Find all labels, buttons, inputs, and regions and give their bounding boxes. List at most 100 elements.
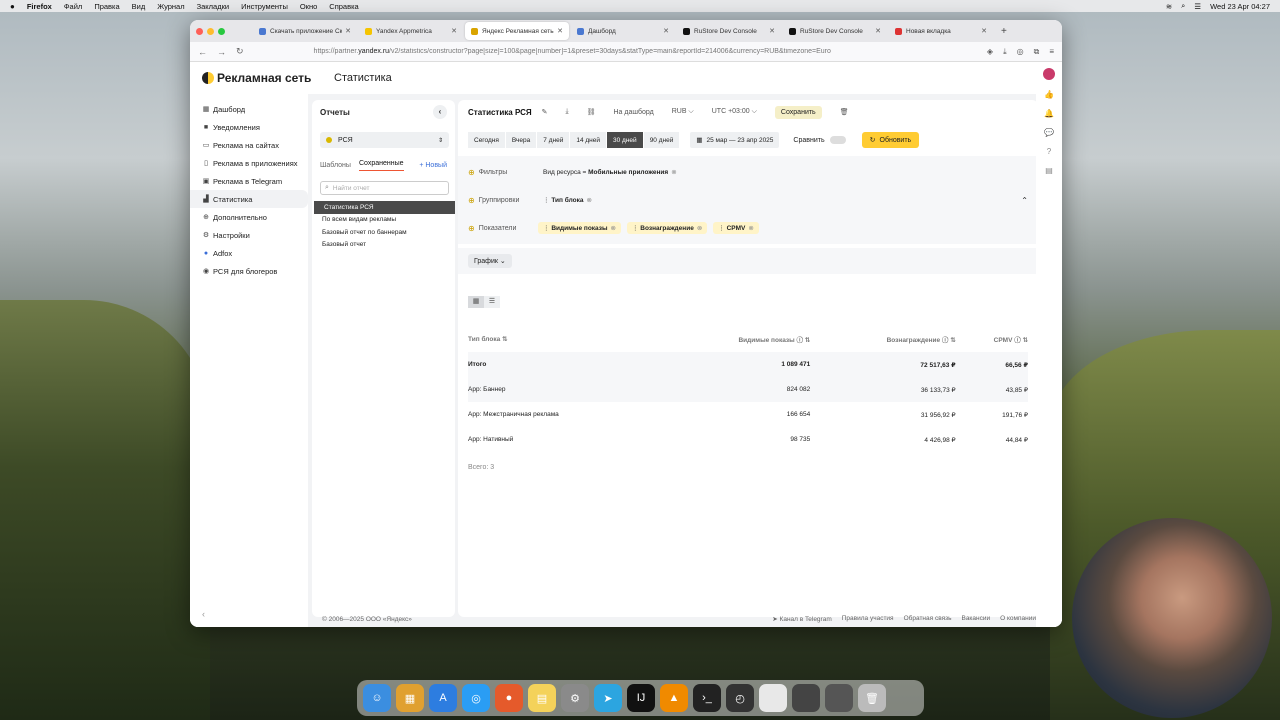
pocket-icon[interactable]: ◈ bbox=[987, 47, 993, 57]
tab-saved[interactable]: Сохраненные bbox=[358, 160, 404, 171]
menu-history[interactable]: Журнал bbox=[157, 2, 184, 11]
period-90-days[interactable]: 90 дней bbox=[643, 132, 681, 148]
table-row[interactable]: App: Баннер 824 082 36 133,73 ₽ 43,85 ₽ bbox=[468, 377, 1028, 402]
timezone-select[interactable]: UTC +03:00 ⌵ bbox=[712, 108, 757, 116]
browser-tab-active[interactable]: Яндекс Рекламная сеть ✕ bbox=[465, 22, 569, 40]
remove-chip-icon[interactable]: ⊗ bbox=[748, 225, 753, 232]
window-thumbnail-icon[interactable] bbox=[792, 684, 820, 712]
table-row[interactable]: App: Межстраничная реклама 166 654 31 95… bbox=[468, 402, 1028, 427]
menu-app[interactable]: Firefox bbox=[27, 2, 52, 11]
close-window-button[interactable] bbox=[196, 27, 203, 35]
col-block-type[interactable]: Тип блока ⇅ bbox=[468, 326, 659, 352]
menu-tools[interactable]: Инструменты bbox=[241, 2, 288, 11]
add-filter-icon[interactable]: ⊕ bbox=[468, 168, 475, 177]
browser-tab[interactable]: Дашборд ✕ bbox=[571, 22, 675, 40]
sidebar-item-bloggers[interactable]: ◉ РСЯ для блогеров bbox=[190, 262, 308, 280]
period-7-days[interactable]: 7 дней bbox=[537, 132, 571, 148]
trash-icon[interactable]: 🗑 bbox=[858, 684, 886, 712]
app-store-icon[interactable]: A bbox=[429, 684, 457, 712]
menu-edit[interactable]: Правка bbox=[94, 2, 119, 11]
close-tab-icon[interactable]: ✕ bbox=[557, 27, 563, 35]
collapse-reports-button[interactable]: ‹ bbox=[433, 105, 447, 119]
report-item-active[interactable]: Статистика РСЯ bbox=[314, 201, 455, 214]
remove-chip-icon[interactable]: ⊗ bbox=[671, 169, 676, 176]
report-item[interactable]: По всем видам рекламы bbox=[312, 214, 455, 227]
sidebar-item-statistics[interactable]: ▟ Статистика bbox=[190, 190, 308, 208]
bell-icon[interactable]: 🔔 bbox=[1044, 109, 1054, 118]
collapse-sidebar-icon[interactable]: ‹ bbox=[202, 609, 205, 619]
close-tab-icon[interactable]: ✕ bbox=[451, 27, 457, 35]
telegram-icon[interactable]: ➤ bbox=[594, 684, 622, 712]
menu-window[interactable]: Окно bbox=[300, 2, 317, 11]
sidebar-item-sites[interactable]: ▭ Реклама на сайтах bbox=[190, 136, 308, 154]
menu-file[interactable]: Файл bbox=[64, 2, 82, 11]
add-group-icon[interactable]: ⊕ bbox=[468, 196, 475, 205]
footer-link-feedback[interactable]: Обратная связь bbox=[904, 615, 952, 623]
forward-icon[interactable]: → bbox=[217, 47, 226, 57]
col-visible-impressions[interactable]: Видимые показы ⓘ ⇅ bbox=[659, 326, 810, 352]
period-today[interactable]: Сегодня bbox=[468, 132, 506, 148]
sidebar-item-notifications[interactable]: ■ Уведомления bbox=[190, 118, 308, 136]
footer-link-vacancies[interactable]: Вакансии bbox=[961, 615, 990, 623]
footer-link-rules[interactable]: Правила участия bbox=[842, 615, 894, 623]
download-report-icon[interactable]: ⤓ bbox=[565, 108, 568, 116]
save-button[interactable]: Сохранить bbox=[774, 105, 822, 119]
menu-icon[interactable]: ≡ bbox=[1049, 47, 1054, 57]
system-settings-icon[interactable]: ⚙ bbox=[561, 684, 589, 712]
menu-help[interactable]: Справка bbox=[329, 2, 358, 11]
compare-toggle[interactable]: Сравнить bbox=[793, 136, 846, 144]
extensions-icon[interactable]: ⧉ bbox=[1034, 47, 1040, 57]
refresh-button[interactable]: ↻ Обновить bbox=[861, 132, 920, 148]
launchpad-icon[interactable]: ▦ bbox=[396, 684, 424, 712]
period-14-days[interactable]: 14 дней bbox=[570, 132, 608, 148]
document-thumbnail-icon[interactable] bbox=[759, 684, 787, 712]
control-center-icon[interactable]: ☰ bbox=[1194, 2, 1201, 11]
browser-tab[interactable]: Yandex Appmetrica ✕ bbox=[359, 22, 463, 40]
sidebar-item-settings[interactable]: ⚙ Настройки bbox=[190, 226, 308, 244]
activity-monitor-icon[interactable]: ◴ bbox=[726, 684, 754, 712]
reload-icon[interactable]: ↻ bbox=[236, 46, 244, 57]
intellij-icon[interactable]: IJ bbox=[627, 684, 655, 712]
finder-icon[interactable]: ☺ bbox=[363, 684, 391, 712]
close-tab-icon[interactable]: ✕ bbox=[981, 27, 987, 35]
footer-link-telegram[interactable]: ➤ Канал в Telegram bbox=[772, 615, 831, 623]
browser-tab[interactable]: Скачать приложение Ск ✕ bbox=[253, 22, 357, 40]
remove-chip-icon[interactable]: ⊗ bbox=[587, 197, 592, 204]
sidebar-item-additional[interactable]: ⊕ Дополнительно bbox=[190, 208, 308, 226]
group-chip[interactable]: ⋮ Тип блока ⊗ bbox=[538, 194, 597, 206]
close-tab-icon[interactable]: ✕ bbox=[663, 27, 669, 35]
metric-chip[interactable]: ⋮ Видимые показы ⊗ bbox=[538, 222, 621, 234]
apple-icon[interactable]: ● bbox=[10, 2, 15, 11]
to-dashboard-button[interactable]: На дашборд bbox=[613, 109, 653, 116]
menu-view[interactable]: Вид bbox=[132, 2, 146, 11]
edit-icon[interactable]: ✎ bbox=[542, 108, 548, 116]
footer-link-about[interactable]: О компании bbox=[1000, 615, 1036, 623]
toggle-switch[interactable] bbox=[829, 136, 846, 144]
logo[interactable]: Рекламная сеть bbox=[202, 71, 322, 85]
search-icon[interactable]: ⌕ bbox=[1181, 1, 1185, 11]
table-view-icon[interactable]: ▦ bbox=[468, 296, 484, 308]
report-search-input[interactable]: ⌕ Найти отчет bbox=[320, 181, 449, 195]
filter-chip[interactable]: Вид ресурса = Мобильные приложения ⊗ bbox=[538, 166, 682, 178]
currency-select[interactable]: RUB ⌵ bbox=[672, 108, 694, 116]
tab-templates[interactable]: Шаблоны bbox=[320, 162, 351, 169]
drag-handle-icon[interactable]: ⋮ bbox=[718, 225, 726, 232]
menubar-datetime[interactable]: Wed 23 Apr 04:27 bbox=[1210, 2, 1270, 11]
new-tab-icon[interactable]: + bbox=[1001, 26, 1007, 37]
remove-chip-icon[interactable]: ⊗ bbox=[697, 225, 702, 232]
terminal-icon[interactable]: ›_ bbox=[693, 684, 721, 712]
minimize-window-button[interactable] bbox=[207, 27, 214, 35]
menu-bookmarks[interactable]: Закладки bbox=[197, 2, 229, 11]
trash-icon[interactable]: 🗑 bbox=[840, 108, 849, 116]
tree-view-icon[interactable]: ☰ bbox=[484, 296, 500, 308]
metric-chip[interactable]: ⋮ Вознаграждение ⊗ bbox=[626, 222, 708, 234]
avatar[interactable] bbox=[1043, 68, 1055, 80]
thumb-icon[interactable]: 👍 bbox=[1044, 90, 1054, 99]
col-cpmv[interactable]: CPMV ⓘ ⇅ bbox=[956, 326, 1028, 352]
report-item[interactable]: Базовый отчет по баннерам bbox=[312, 226, 455, 239]
col-reward[interactable]: Вознаграждение ⓘ ⇅ bbox=[810, 326, 956, 352]
safari-icon[interactable]: ◎ bbox=[462, 684, 490, 712]
back-icon[interactable]: ← bbox=[198, 47, 207, 57]
metric-chip[interactable]: ⋮ CPMV ⊗ bbox=[713, 222, 759, 234]
vlc-icon[interactable]: ▲ bbox=[660, 684, 688, 712]
